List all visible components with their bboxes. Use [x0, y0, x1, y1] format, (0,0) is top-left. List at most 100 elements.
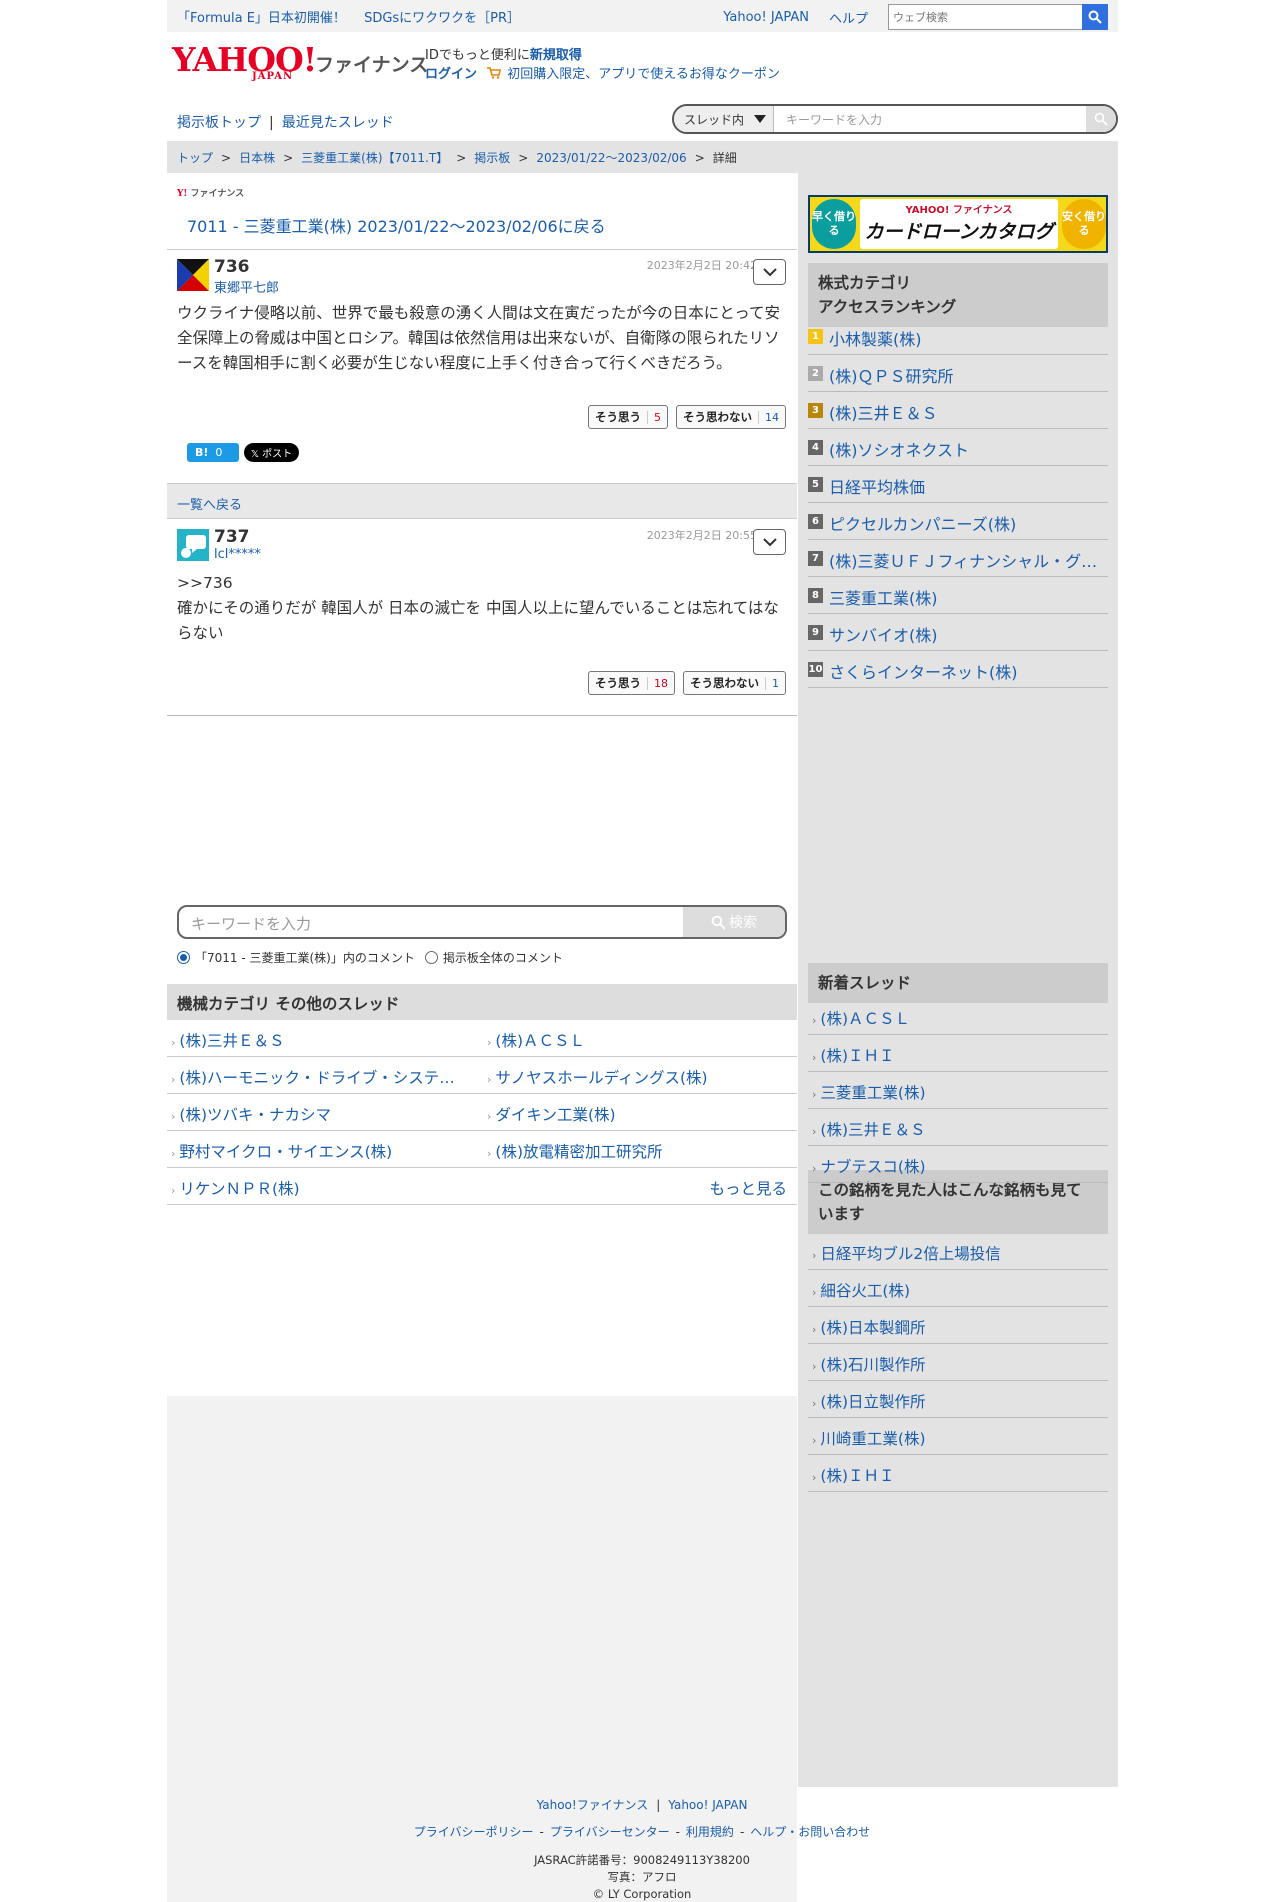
breadcrumb-stock[interactable]: 三菱重工業(株)【7011.T】: [301, 151, 448, 165]
sidebar-thread-link[interactable]: › 川崎重工業(株): [808, 1418, 1108, 1455]
board-top-link[interactable]: 掲示板トップ: [177, 115, 261, 131]
post-menu-button[interactable]: [753, 529, 786, 555]
sidebar-thread-name: (株)石川製作所: [820, 1356, 926, 1374]
privacy-policy-link[interactable]: プライバシーポリシー: [414, 1825, 534, 1839]
web-search-button[interactable]: [1082, 4, 1108, 30]
ranking-item[interactable]: 1 小林製薬(株): [808, 318, 1108, 355]
post-menu-button[interactable]: [753, 259, 786, 285]
radio-all-comments[interactable]: [424, 951, 438, 964]
avatar[interactable]: [177, 259, 209, 291]
avatar[interactable]: [177, 529, 209, 561]
ranking-item[interactable]: 10 さくらインターネット(株): [808, 651, 1108, 688]
ranking-item[interactable]: 2 (株)ＱＰＳ研究所: [808, 355, 1108, 392]
keyword-search-input[interactable]: キーワードを入力: [179, 907, 683, 937]
thread-search-input[interactable]: キーワードを入力: [774, 111, 1086, 128]
yahoo-japan-link[interactable]: Yahoo! JAPAN: [723, 10, 809, 25]
jasrac-number: JASRAC許諾番号：9008249113Y38200: [534, 1853, 750, 1867]
category-thread-link[interactable]: › リケンＮＰＲ(株): [171, 1177, 471, 1199]
agree-button[interactable]: そう思う 18: [588, 671, 675, 695]
category-thread-link[interactable]: › (株)ＡＣＳＬ: [487, 1029, 787, 1051]
bullet-icon: ›: [812, 1249, 817, 1262]
ranking-item-name: (株)三菱ＵＦＪフィナンシャル・グ…: [829, 552, 1098, 571]
sidebar-thread-name: (株)ＩＨＩ: [820, 1047, 895, 1065]
sidebar-thread-link[interactable]: › (株)ＩＨＩ: [808, 1455, 1108, 1492]
hatena-bookmark-button[interactable]: B! 0: [187, 443, 239, 462]
category-thread-link[interactable]: › (株)放電精密加工研究所: [487, 1140, 787, 1162]
category-thread-link[interactable]: › ダイキン工業(株): [487, 1103, 787, 1125]
copyright: © LY Corporation: [592, 1887, 692, 1901]
search-icon: [1088, 10, 1102, 24]
post-number[interactable]: 737: [214, 527, 250, 547]
privacy-center-link[interactable]: プライバシーセンター: [550, 1825, 670, 1839]
category-thread-link[interactable]: › (株)三井Ｅ＆Ｓ: [171, 1029, 471, 1051]
disagree-button[interactable]: そう思わない 14: [676, 405, 786, 429]
agree-button[interactable]: そう思う 5: [588, 405, 668, 429]
web-search-input[interactable]: [888, 4, 1082, 30]
sidebar-thread-name: (株)ＡＣＳＬ: [820, 1010, 911, 1028]
agree-label: そう思う: [595, 676, 641, 690]
keyword-search-button[interactable]: 検索: [683, 907, 785, 937]
post-user[interactable]: lcl*****: [214, 547, 261, 562]
category-thread-link[interactable]: › (株)ハーモニック・ドライブ・システ…: [171, 1066, 471, 1088]
ranking-item[interactable]: 3 (株)三井Ｅ＆Ｓ: [808, 392, 1108, 429]
ranking-item[interactable]: 7 (株)三菱ＵＦＪフィナンシャル・グ…: [808, 540, 1108, 577]
sidebar-thread-link[interactable]: › (株)ＡＣＳＬ: [808, 998, 1108, 1035]
breadcrumb-japan-stocks[interactable]: 日本株: [239, 151, 275, 165]
bullet-icon: ›: [812, 1088, 817, 1101]
post-reply-anchor[interactable]: >>736: [177, 571, 787, 596]
sidebar-thread-name: 細谷火工(株): [820, 1282, 911, 1300]
terms-link[interactable]: 利用規約: [686, 1825, 734, 1839]
ranking-item[interactable]: 4 (株)ソシオネクスト: [808, 429, 1108, 466]
ranking-item[interactable]: 9 サンバイオ(株): [808, 614, 1108, 651]
more-link[interactable]: もっと見る: [709, 1177, 787, 1199]
pr-link-sdgs[interactable]: SDGsにワクワクを［PR］: [364, 11, 520, 26]
pr-link-formula-e[interactable]: 「Formula E」日本初開催！: [177, 11, 346, 26]
coupon-link[interactable]: 初回購入限定、アプリで使えるお得なクーポン: [507, 67, 780, 82]
mini-finance-logo: Y! ファイナンス: [177, 189, 245, 199]
sidebar-thread-link[interactable]: › 日経平均ブル2倍上場投信: [808, 1233, 1108, 1270]
breadcrumb-board[interactable]: 掲示板: [474, 151, 510, 165]
ranking-item-name: 三菱重工業(株): [829, 589, 938, 608]
thread-search-button[interactable]: [1086, 106, 1116, 132]
help-contact-link[interactable]: ヘルプ・お問い合わせ: [750, 1825, 870, 1839]
sidebar-thread-link[interactable]: › 細谷火工(株): [808, 1270, 1108, 1307]
thread-back-link[interactable]: 7011 - 三菱重工業(株) 2023/01/22〜2023/02/06に戻る: [187, 213, 606, 237]
yahoo-finance-logo[interactable]: YAHOO! JAPAN ファイナンス: [172, 43, 428, 82]
disagree-button[interactable]: そう思わない 1: [683, 671, 786, 695]
search-scope-select[interactable]: スレッド内: [674, 106, 774, 132]
sidebar-thread-link[interactable]: › (株)日本製鋼所: [808, 1307, 1108, 1344]
sidebar-thread-link[interactable]: › ナブテスコ(株): [808, 1146, 1108, 1183]
signup-link[interactable]: 新規取得: [530, 48, 582, 63]
search-icon: [1094, 112, 1108, 126]
sidebar-thread-link[interactable]: › 三菱重工業(株): [808, 1072, 1108, 1109]
rank-badge: 1: [808, 329, 823, 344]
breadcrumb-top[interactable]: トップ: [177, 151, 213, 165]
login-link[interactable]: ログイン: [425, 67, 477, 82]
ad-right-badge: 安く借りる: [1062, 199, 1106, 249]
breadcrumb-period[interactable]: 2023/01/22〜2023/02/06: [536, 151, 686, 165]
category-thread-link[interactable]: › 野村マイクロ・サイエンス(株): [171, 1140, 471, 1162]
ranking-item[interactable]: 5 日経平均株価: [808, 466, 1108, 503]
radio-thread-comments-label: 「7011 - 三菱重工業(株)」内のコメント: [195, 951, 415, 965]
sidebar-thread-link[interactable]: › (株)三井Ｅ＆Ｓ: [808, 1109, 1108, 1146]
rank-badge: 7: [808, 551, 823, 566]
category-thread-link[interactable]: › (株)ツバキ・ナカシマ: [171, 1103, 471, 1125]
card-loan-ad[interactable]: 早く借りる YAHOO! ファイナンス カードローンカタログ 安く借りる: [808, 195, 1108, 253]
x-post-button[interactable]: 𝕏 ポスト: [244, 443, 299, 462]
search-icon: [711, 915, 726, 930]
sidebar-thread-link[interactable]: › (株)日立製作所: [808, 1381, 1108, 1418]
help-link[interactable]: ヘルプ: [829, 8, 868, 27]
list-back-link[interactable]: 一覧へ戻る: [167, 483, 797, 519]
post-number[interactable]: 736: [214, 257, 250, 277]
footer-yahoo-link[interactable]: Yahoo! JAPAN: [668, 1798, 747, 1812]
ranking-item[interactable]: 8 三菱重工業(株): [808, 577, 1108, 614]
sidebar-thread-link[interactable]: › (株)石川製作所: [808, 1344, 1108, 1381]
category-thread-link[interactable]: › サノヤスホールディングス(株): [487, 1066, 787, 1088]
recent-threads-link[interactable]: 最近見たスレッド: [282, 115, 394, 131]
post-user[interactable]: 東郷平七郎: [214, 277, 279, 296]
ranking-item[interactable]: 6 ピクセルカンパニーズ(株): [808, 503, 1108, 540]
sidebar-thread-link[interactable]: › (株)ＩＨＩ: [808, 1035, 1108, 1072]
radio-thread-comments[interactable]: [177, 951, 190, 964]
footer-finance-link[interactable]: Yahoo!ファイナンス: [537, 1798, 649, 1812]
list-item: › 野村マイクロ・サイエンス(株) › (株)放電精密加工研究所: [167, 1131, 797, 1168]
